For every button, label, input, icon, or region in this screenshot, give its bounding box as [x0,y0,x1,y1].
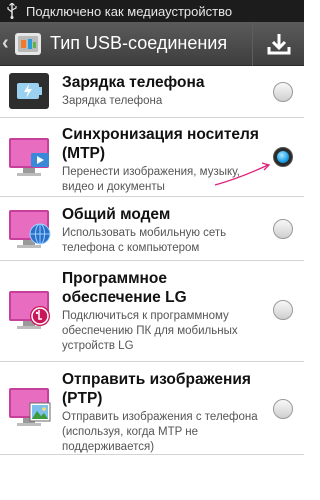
item-title: Программное обеспечение LG [62,270,187,306]
item-description: Использовать мобильную сеть телефона с к… [62,227,227,254]
list-item-charge[interactable]: Зарядка телефона Зарядка телефона [0,66,304,118]
item-description: Отправить изображения с телефона (исполь… [62,411,258,453]
download-icon [267,33,290,54]
radio-button[interactable] [273,399,293,419]
item-description: Подключиться к программному обеспечению … [62,310,238,352]
chevron-left-icon: ‹ [2,32,9,54]
settings-app-icon [15,32,41,55]
item-description: Зарядка телефона [62,95,163,107]
media-sync-icon [9,138,49,176]
page-title: Тип USB-соединения [50,33,228,53]
status-text: Подключено как медиаустройство [26,3,233,19]
item-description: Перенести изображения, музыку, видео и д… [62,166,240,193]
download-button[interactable] [252,21,304,66]
item-title: Синхронизация носителя (MTP) [62,126,259,162]
list-item-mtp[interactable]: Синхронизация носителя (MTP) Перенести и… [0,119,304,197]
item-title: Общий модем [62,206,171,223]
item-title: Зарядка телефона [62,74,205,91]
lg-software-icon [9,291,50,329]
send-images-icon [9,388,51,426]
radio-button[interactable] [273,300,293,320]
tethering-icon [9,210,51,248]
list-item-modem[interactable]: Общий модем Использовать мобильную сеть … [0,198,304,261]
radio-button[interactable] [273,219,293,239]
usb-icon [7,3,17,19]
item-title: Отправить изображения (PTP) [62,371,251,407]
back-button[interactable]: ‹ [0,22,42,66]
list-item-lg-software[interactable]: Программное обеспечение LG Подключиться … [0,262,304,362]
radio-button-selected[interactable] [273,147,293,167]
list-item-ptp[interactable]: Отправить изображения (PTP) Отправить из… [0,363,304,455]
radio-button[interactable] [273,82,293,102]
status-bar: Подключено как медиаустройство [0,0,304,22]
charging-icon [9,73,49,109]
action-bar: ‹ Тип USB-соединения [0,21,304,66]
radio-dot [277,151,289,163]
